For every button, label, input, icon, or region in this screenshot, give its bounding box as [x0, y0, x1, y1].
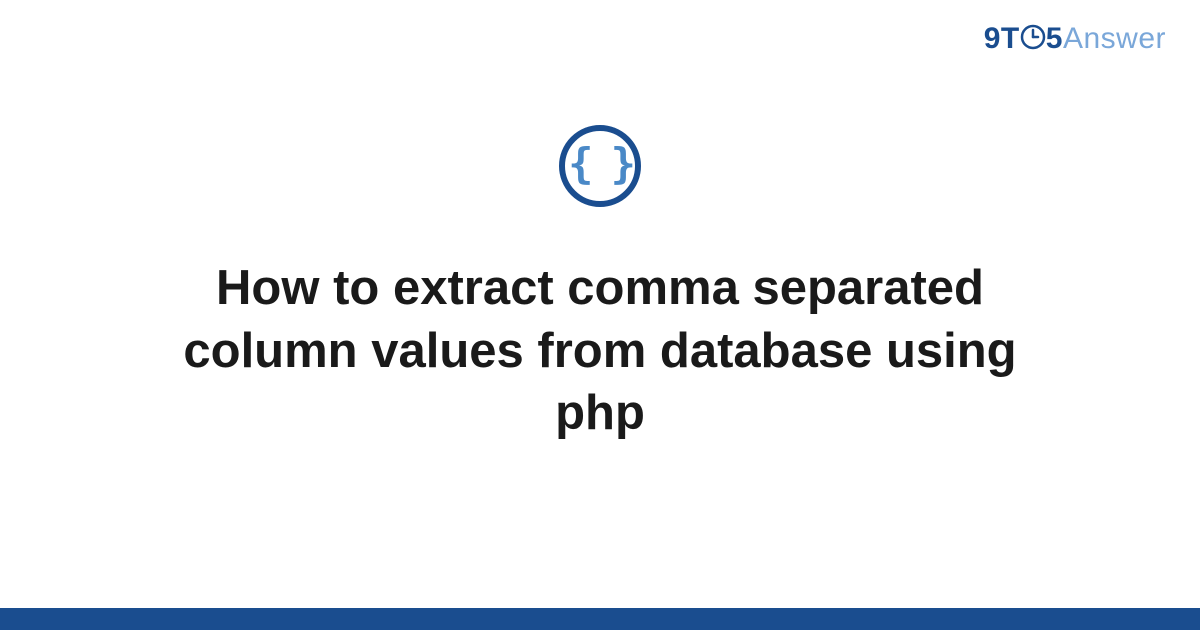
code-braces-icon: { } — [559, 125, 641, 207]
content-area: { } How to extract comma separated colum… — [0, 125, 1200, 445]
logo-prefix: 9T — [984, 22, 1020, 55]
page-title: How to extract comma separated column va… — [140, 257, 1060, 445]
logo-suffix: Answer — [1063, 22, 1166, 55]
logo-middle: 5 — [1046, 22, 1063, 55]
clock-icon — [1020, 24, 1046, 50]
braces-glyph: { } — [568, 143, 632, 185]
footer-bar — [0, 608, 1200, 630]
site-logo: 9T 5Answer — [984, 22, 1166, 56]
